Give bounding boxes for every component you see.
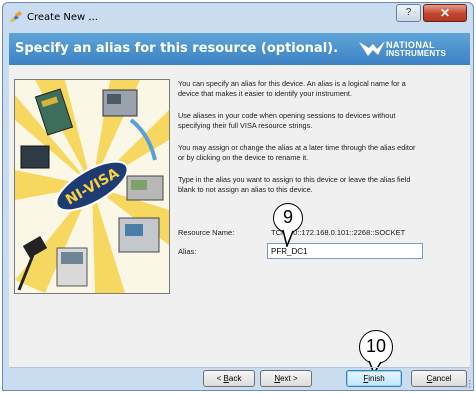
ni-visa-illustration: NI-VISA [14,79,170,294]
wizard-content: NI-VISA You can specify an alias for thi… [9,65,470,367]
title-bar[interactable]: Create New ... ? ✕ [3,3,473,33]
callout-10: 10 [359,330,393,364]
create-new-dialog: Create New ... ? ✕ Specify an alias for … [2,2,474,391]
national-instruments-logo: NATIONAL INSTRUMENTS [359,39,467,59]
description-paragraph-1: You can specify an alias for this device… [178,79,406,98]
next-button[interactable]: Next > [260,370,312,387]
resize-grip-icon[interactable] [461,378,471,388]
cancel-button[interactable]: Cancel [411,370,467,387]
footer-divider [9,367,470,368]
app-icon [10,11,22,22]
description-paragraph-2: Use aliases in your code when opening se… [178,111,396,130]
visa-graphic-icon: NI-VISA [15,80,169,293]
header-banner: Specify an alias for this resource (opti… [9,33,470,65]
help-button[interactable]: ? [396,4,421,22]
description-paragraph-4: Type in the alias you want to assign to … [178,175,411,194]
close-button[interactable]: ✕ [423,4,467,22]
description-paragraph-3: You may assign or change the alias at a … [178,143,416,162]
callout-9-pointer [282,229,294,247]
alias-label: Alias: [178,247,197,256]
back-button[interactable]: < Back [203,370,255,387]
finish-button[interactable]: Finish [346,370,402,387]
resource-name-label: Resource Name: [178,228,235,237]
window-title: Create New ... [27,12,98,23]
eagle-icon [359,41,385,56]
page-title: Specify an alias for this resource (opti… [15,41,339,56]
logo-line-2: INSTRUMENTS [386,49,446,58]
